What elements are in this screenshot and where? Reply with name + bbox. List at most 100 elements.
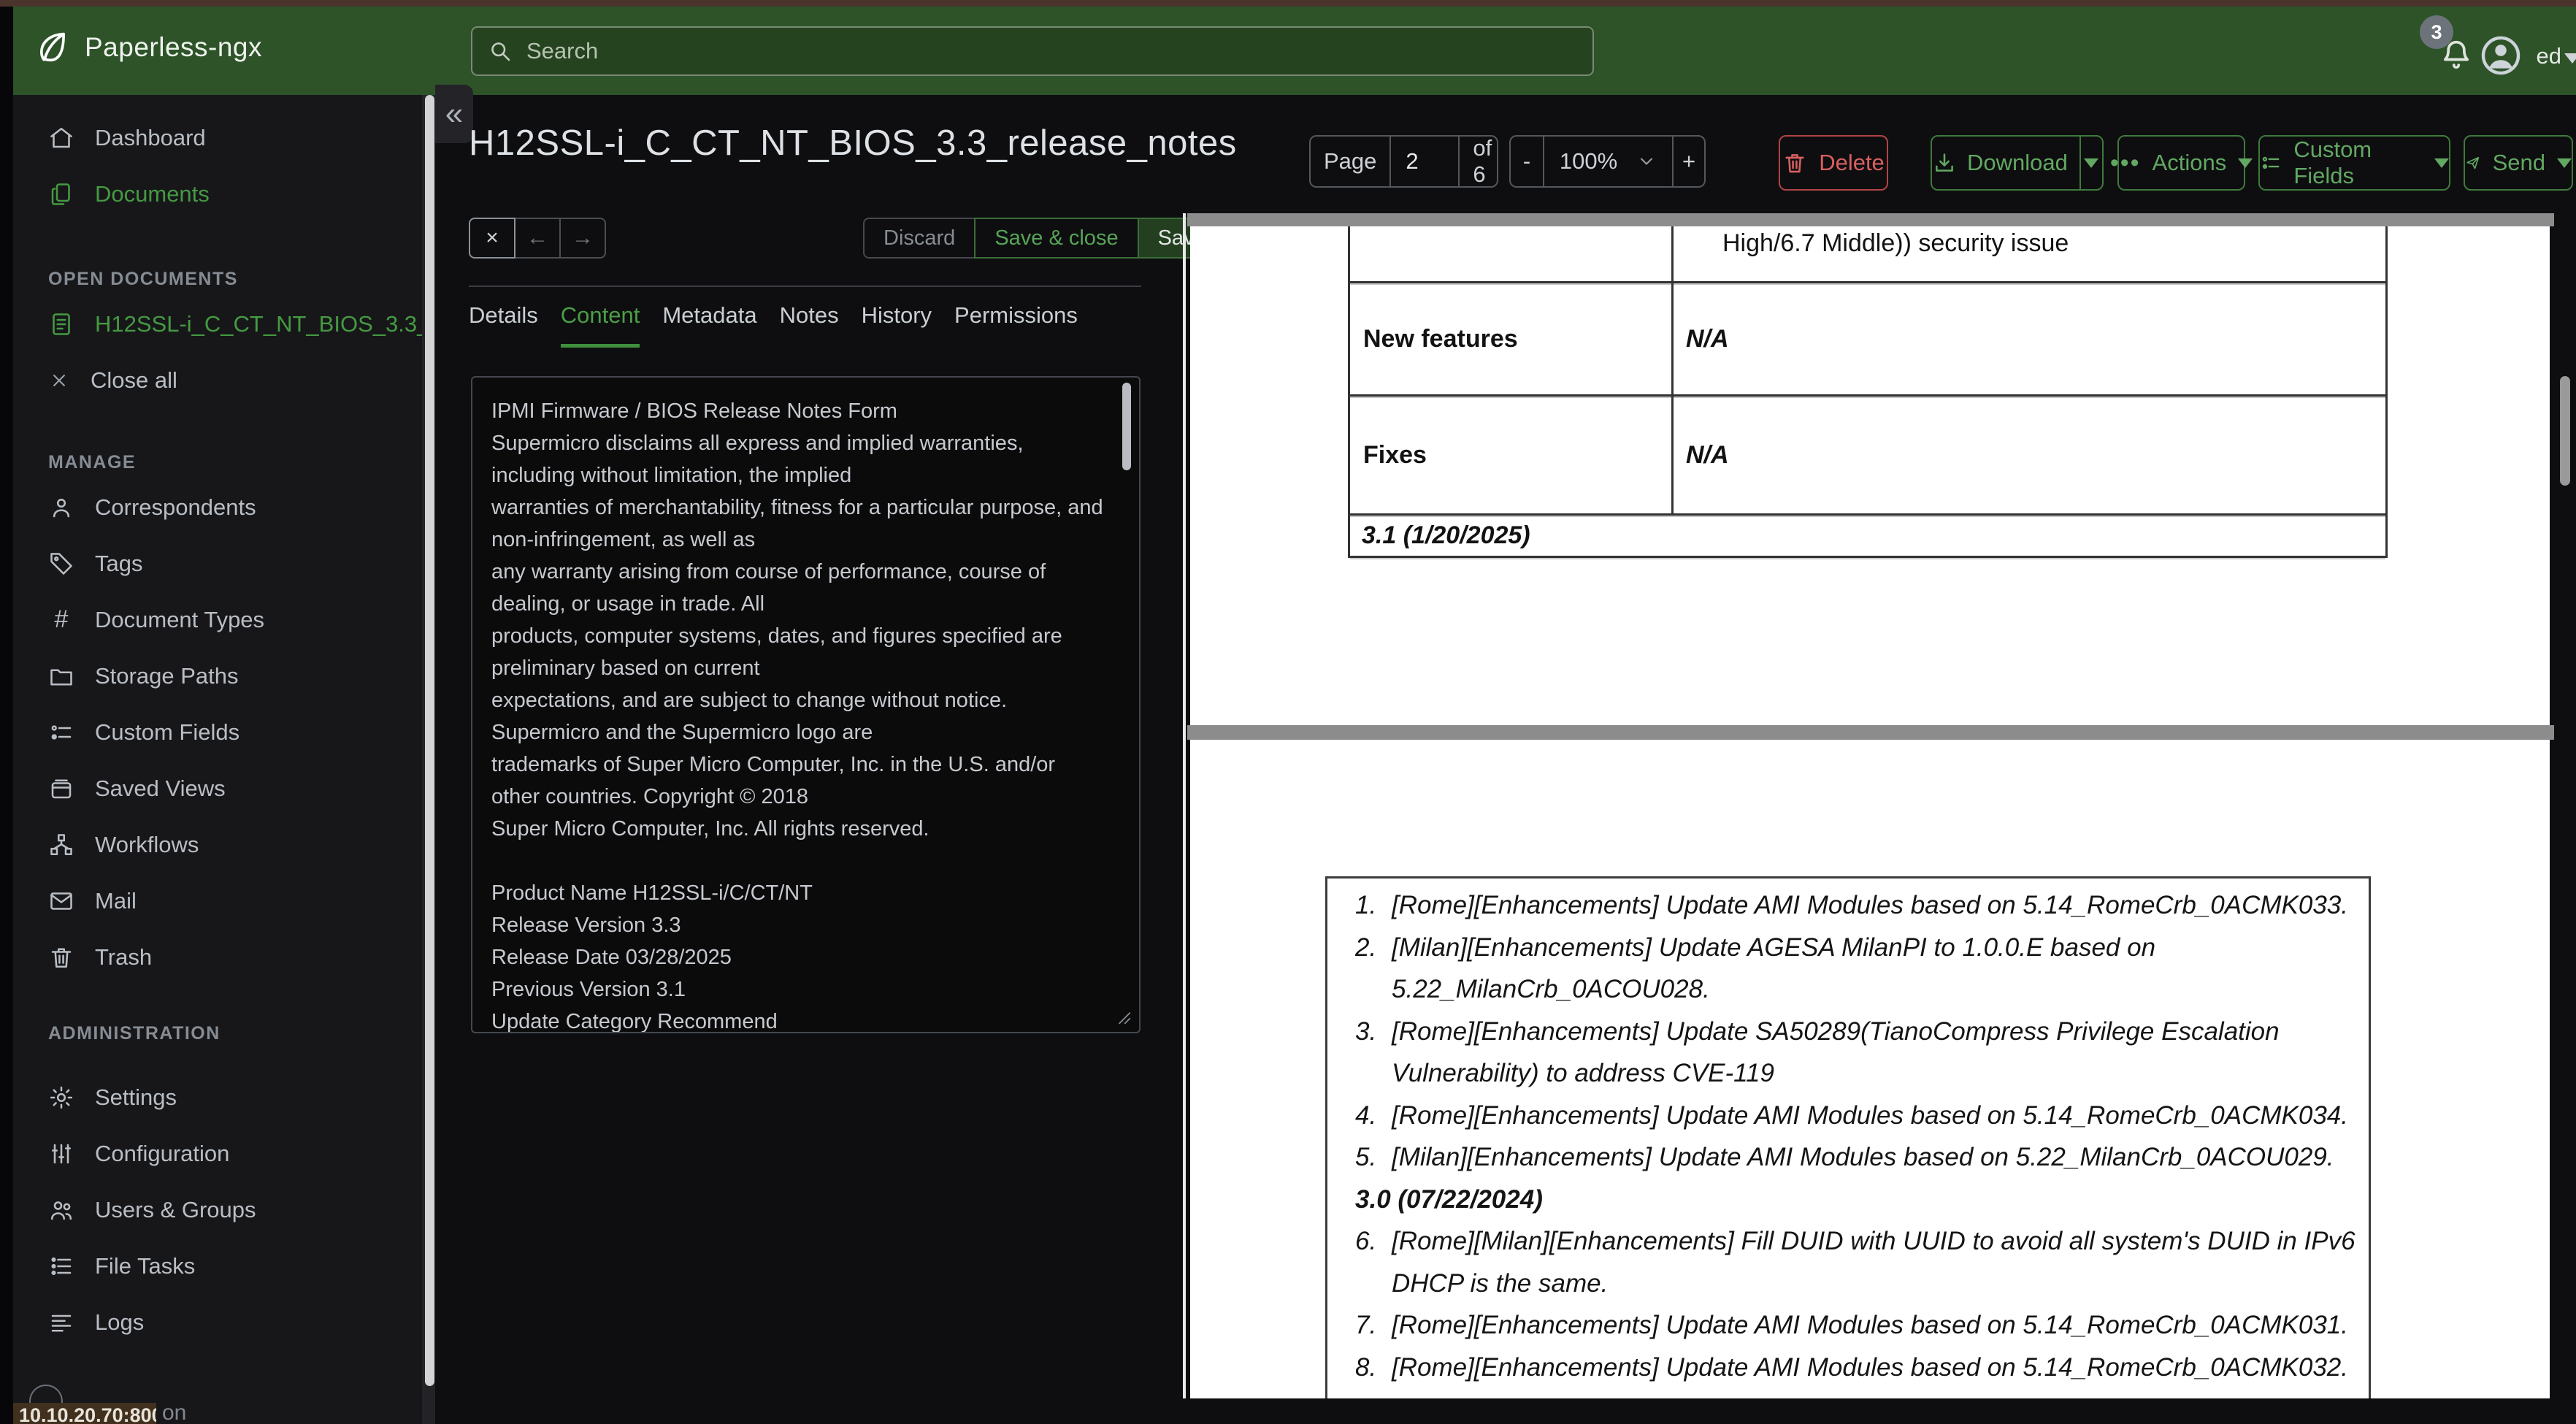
sidebar-item-mail[interactable]: Mail [13, 873, 422, 929]
sidebar-item-label: Settings [95, 1084, 177, 1110]
tab-permissions[interactable]: Permissions [954, 302, 1078, 348]
custom-fields-icon [51, 724, 72, 740]
document-content-textarea[interactable]: IPMI Firmware / BIOS Release Notes Form … [471, 376, 1141, 1033]
divider [469, 286, 1141, 287]
delete-button[interactable]: Delete [1779, 135, 1888, 191]
sidebar-item-settings[interactable]: Settings [13, 1069, 422, 1125]
logs-icon [51, 1314, 72, 1332]
user-menu[interactable]: ed [2537, 43, 2561, 69]
hash-icon: # [54, 605, 69, 633]
list-item: 5. [Milan][Enhancements] Update AMI Modul… [1355, 1143, 2334, 1171]
user-avatar[interactable] [2478, 33, 2523, 82]
next-document-button[interactable]: → [559, 218, 606, 259]
close-icon [53, 374, 65, 386]
folder-icon [50, 668, 72, 686]
list-item: 6. [Rome][Milan][Enhancements] Fill DUID … [1355, 1227, 2355, 1255]
zoom-in-button[interactable]: + [1672, 137, 1704, 186]
sidebar-item-correspondents[interactable]: Correspondents [13, 479, 422, 535]
release-notes-table: High/6.7 Middle)) security issue New fea… [1348, 226, 2388, 558]
pdf-scrollbar-thumb[interactable] [2560, 376, 2570, 486]
leaf-logo-icon [39, 32, 66, 62]
previous-document-button[interactable]: ← [514, 218, 561, 259]
sidebar-item-document-types[interactable]: # Document Types [13, 592, 422, 648]
task-list-icon [51, 1257, 72, 1275]
global-search[interactable] [471, 26, 1594, 76]
notification-badge: 3 [2420, 15, 2453, 49]
editor-tabs: Details Content Metadata Notes History P… [469, 302, 1078, 348]
list-item: 7. [Rome][Enhancements] Update AMI Module… [1355, 1311, 2348, 1339]
save-button-group: Discard Save & close Save [863, 218, 1227, 259]
textarea-scrollbar-thumb[interactable] [1122, 383, 1131, 470]
list-item: 4. [Rome][Enhancements] Update AMI Module… [1355, 1100, 2348, 1130]
list-item: 9.[Rome][Milan][Enhancements] For UsbBus… [1327, 1388, 2410, 1398]
download-button[interactable]: Download [1931, 135, 2104, 191]
zoom-level-dropdown[interactable]: 100% [1543, 137, 1672, 186]
page-label: Page [1324, 148, 1377, 174]
sidebar-scrollbar-thumb[interactable] [425, 95, 434, 1386]
status-url-tooltip: 10.10.20.70:8000 [13, 1403, 156, 1424]
navbar-right: 3 ed [2357, 7, 2576, 95]
sidebar-item-label: Correspondents [95, 494, 256, 520]
document-nav-group: × ← → [469, 218, 606, 259]
sidebar-open-document[interactable]: H12SSL-i_C_CT_NT_BIOS_3.3_rel... [13, 296, 422, 352]
custom-fields-label: Custom Fields [2293, 137, 2372, 188]
pdf-page-1: High/6.7 Middle)) security issue New fea… [1190, 226, 2550, 725]
column-divider [1671, 226, 1674, 281]
table-cell-label: New features [1363, 324, 1518, 353]
sidebar-item-tags[interactable]: Tags [13, 535, 422, 592]
search-input[interactable] [525, 37, 1578, 65]
save-and-close-button[interactable]: Save & close [974, 218, 1139, 259]
page-number-input[interactable] [1404, 148, 1446, 175]
tab-metadata[interactable]: Metadata [662, 302, 756, 348]
tab-details[interactable]: Details [469, 302, 538, 348]
sliders-icon [52, 1144, 71, 1163]
custom-fields-button[interactable]: Custom Fields [2258, 135, 2450, 191]
tab-history[interactable]: History [862, 302, 932, 348]
gear-icon [50, 1086, 73, 1109]
tab-content[interactable]: Content [560, 302, 640, 348]
actions-button[interactable]: ••• Actions [2110, 135, 2253, 191]
sidebar-close-all[interactable]: Close all [13, 352, 422, 408]
sidebar-item-trash[interactable]: Trash [13, 929, 422, 985]
sidebar-item-label: Logs [95, 1309, 145, 1335]
list-item: 8. [Rome][Enhancements] Update AMI Module… [1355, 1352, 2348, 1382]
brand[interactable]: Paperless-ngx [34, 28, 262, 66]
sidebar-item-file-tasks[interactable]: File Tasks [13, 1238, 422, 1294]
sidebar-item-users-groups[interactable]: Users & Groups [13, 1182, 422, 1238]
search-icon [491, 42, 510, 61]
sidebar-item-storage-paths[interactable]: Storage Paths [13, 648, 422, 704]
tab-notes[interactable]: Notes [780, 302, 839, 348]
send-label: Send [2492, 150, 2545, 175]
sidebar-item-label: Users & Groups [95, 1196, 256, 1222]
sidebar-item-custom-fields[interactable]: Custom Fields [13, 704, 422, 760]
sidebar-item-label: Dashboard [95, 124, 206, 150]
download-main[interactable]: Download [1932, 150, 2068, 176]
download-dropdown-button[interactable] [2079, 137, 2102, 189]
close-document-button[interactable]: × [469, 218, 515, 259]
sidebar-item-dashboard[interactable]: Dashboard [13, 110, 422, 166]
caret-down-icon [2434, 158, 2449, 168]
home-icon [50, 127, 72, 148]
sidebar-item-label: Custom Fields [95, 719, 240, 745]
sidebar-item-label: Documents [95, 180, 210, 207]
sidebar-item-configuration[interactable]: Configuration [13, 1125, 422, 1182]
sidebar-item-saved-views[interactable]: Saved Views [13, 760, 422, 816]
download-icon [1936, 153, 1953, 172]
sidebar-item-workflows[interactable]: Workflows [13, 816, 422, 873]
sidebar-item-label: File Tasks [95, 1252, 196, 1279]
page-input-cell [1389, 137, 1458, 186]
table-row-cut: High/6.7 Middle)) security issue [1350, 226, 2385, 283]
send-button[interactable]: Send [2464, 135, 2573, 191]
window-top-strip [0, 0, 2576, 7]
textarea-resize-grip[interactable] [1113, 1006, 1132, 1029]
sidebar-item-logs[interactable]: Logs [13, 1294, 422, 1350]
table-row-version: 3.1 (1/20/2025) [1350, 516, 2385, 558]
sidebar-item-documents[interactable]: Documents [13, 166, 422, 222]
collapse-panel-button[interactable]: « [435, 85, 473, 143]
discard-button[interactable]: Discard [863, 218, 976, 259]
caret-down-icon [2238, 158, 2253, 168]
chevron-down-icon [1641, 158, 1653, 165]
pane-divider [1183, 213, 1186, 1398]
list-item: 3. [Rome][Enhancements] Update SA50289(Ti… [1355, 1017, 2280, 1046]
zoom-out-button[interactable]: - [1511, 137, 1543, 186]
